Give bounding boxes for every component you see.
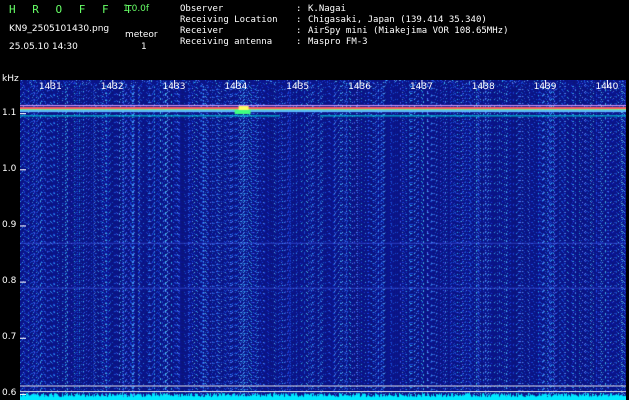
x-tick-label: 1437 [409,82,433,92]
meteor-label: meteor [125,30,158,40]
x-tick-label: 1434 [224,82,248,92]
y-tick-label: 1.0 [2,163,17,174]
header-panel: H R O F F T 1.0.0f KN9_2505101430.png me… [0,0,629,72]
info-value-observer: K.Nagai [308,4,346,14]
info-value-location: Chigasaki, Japan (139.414 35.340) [308,15,487,25]
x-tick-label: 1439 [533,82,557,92]
x-tick-label: 1432 [100,82,124,92]
info-separator: : [296,4,302,14]
info-label-observer: Observer [180,4,224,14]
y-axis-unit: kHz [2,74,19,84]
y-tick-label: 0.8 [2,276,17,287]
info-label-location: Receiving Location [180,15,278,25]
y-tick-label: 0.7 [2,332,17,343]
y-tick-label: 0.9 [2,219,17,230]
version-label: 1.0.0f [123,4,150,14]
x-tick-label: 1433 [162,82,186,92]
y-tick-label: 1.1 [2,107,17,118]
y-tick-label: 0.6 [2,388,17,399]
x-tick-label: 1431 [38,82,62,92]
spectrogram-canvas [20,80,626,400]
meteor-count: 1 [141,42,147,52]
timestamp-label: 25.05.10 14:30 [9,42,78,52]
x-tick-label: 1436 [348,82,371,92]
x-tick-label: 1435 [286,82,310,92]
x-tick-label: 1440 [595,82,619,92]
app-title: H R O F F T [9,3,137,16]
x-tick-label: 1438 [471,82,495,92]
filename-label: KN9_2505101430.png [9,24,110,34]
info-label-antenna: Receiving antenna [180,37,273,47]
info-separator: : [296,26,302,36]
info-separator: : [296,15,302,25]
info-value-antenna: Maspro FM-3 [308,37,368,47]
info-value-receiver: AirSpy mini (Miakejima VOR 108.65MHz) [308,26,509,36]
info-separator: : [296,37,302,47]
info-label-receiver: Receiver [180,26,224,36]
